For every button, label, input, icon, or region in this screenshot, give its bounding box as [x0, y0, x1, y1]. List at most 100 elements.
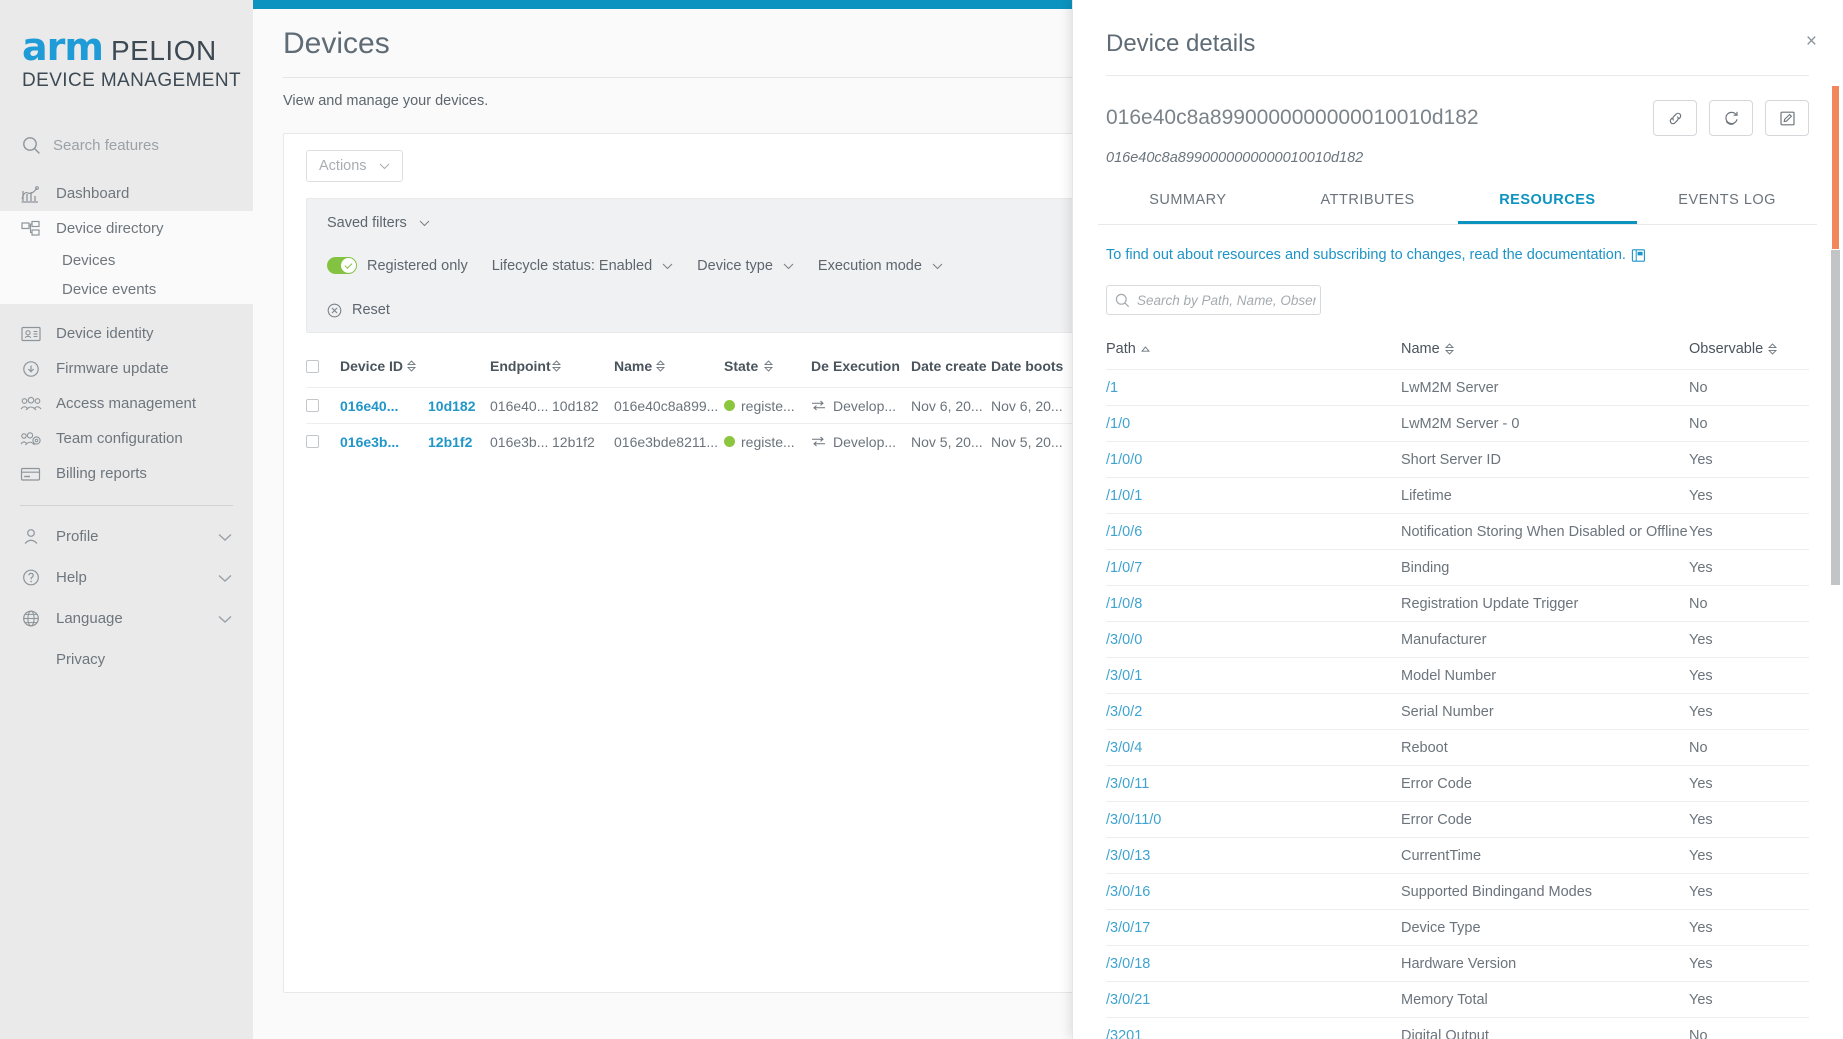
resource-path-link[interactable]: /1/0 [1106, 416, 1401, 432]
search-icon [22, 136, 41, 155]
resource-row[interactable]: /3201 Digital Output No [1106, 1017, 1809, 1039]
sidebar-item-device-identity[interactable]: Device identity [0, 316, 253, 351]
reset-filters-button[interactable]: Reset [327, 302, 390, 318]
column-header-state[interactable]: State [724, 358, 811, 374]
tab-resources[interactable]: RESOURCES [1457, 192, 1638, 224]
drawer-scrollbar-thumb-orange[interactable] [1832, 86, 1839, 249]
resource-path-link[interactable]: /3/0/21 [1106, 992, 1401, 1008]
column-label: State [724, 358, 759, 374]
column-header-name[interactable]: Name [614, 358, 724, 374]
resource-path-link[interactable]: /1/0/1 [1106, 488, 1401, 504]
sidebar-item-help[interactable]: Help [0, 557, 253, 598]
execution-mode-dropdown[interactable]: Execution mode [818, 258, 943, 274]
resource-path-link[interactable]: /3/0/17 [1106, 920, 1401, 936]
column-header-endpoint-sort[interactable] [552, 360, 614, 372]
column-header-de[interactable]: De [811, 358, 833, 374]
resource-row[interactable]: /3/0/0 Manufacturer Yes [1106, 621, 1809, 657]
column-header-execution-mode[interactable]: Execution [833, 358, 911, 374]
resource-path-link[interactable]: /3/0/4 [1106, 740, 1401, 756]
resource-name: Short Server ID [1401, 451, 1501, 468]
resource-path-link[interactable]: /3/0/0 [1106, 632, 1401, 648]
resources-documentation-link[interactable]: To find out about resources and subscrib… [1072, 247, 1843, 263]
resources-search-input[interactable] [1137, 292, 1316, 308]
saved-filters-dropdown[interactable]: Saved filters [327, 215, 430, 231]
resource-row[interactable]: /3/0/11/0 Error Code Yes [1106, 801, 1809, 837]
resource-row[interactable]: /3/0/17 Device Type Yes [1106, 909, 1809, 945]
sort-icon [1444, 343, 1454, 355]
registered-only-toggle[interactable] [327, 257, 357, 274]
refresh-device-button[interactable] [1709, 100, 1753, 136]
cell-device-id-prefix[interactable]: 016e40... [340, 398, 428, 414]
resource-row[interactable]: /1 LwM2M Server No [1106, 369, 1809, 405]
resource-path-link[interactable]: /3/0/16 [1106, 884, 1401, 900]
sidebar-item-device-events[interactable]: Device events [0, 275, 253, 304]
cell-device-id-suffix[interactable]: 12b1f2 [428, 434, 490, 450]
drawer-scrollbar-track-gray[interactable] [1831, 250, 1840, 585]
resource-path-link[interactable]: /3201 [1106, 1028, 1401, 1039]
resource-row[interactable]: /1/0/1 Lifetime Yes [1106, 477, 1809, 513]
resource-row[interactable]: /3/0/1 Model Number Yes [1106, 657, 1809, 693]
resource-path-link[interactable]: /1/0/7 [1106, 560, 1401, 576]
sidebar-item-firmware-update[interactable]: Firmware update [0, 351, 253, 386]
sidebar-item-device-directory[interactable]: Device directory [0, 211, 253, 246]
resource-row[interactable]: /3/0/13 CurrentTime Yes [1106, 837, 1809, 873]
sidebar-item-access-management[interactable]: Access management [0, 386, 253, 421]
sort-icon [764, 360, 774, 372]
edit-device-button[interactable] [1765, 100, 1809, 136]
cell-device-id-suffix[interactable]: 10d182 [428, 398, 490, 414]
resource-row[interactable]: /1/0/8 Registration Update Trigger No [1106, 585, 1809, 621]
resource-path-link[interactable]: /1 [1106, 380, 1401, 396]
resource-row[interactable]: /1/0 LwM2M Server - 0 No [1106, 405, 1809, 441]
sidebar-item-devices[interactable]: Devices [0, 246, 253, 275]
column-header-endpoint-name[interactable]: Endpoint name [490, 358, 552, 374]
copy-link-button[interactable] [1653, 100, 1697, 136]
select-all-checkbox[interactable] [306, 359, 319, 373]
execution-mode-label: Execution mode [817, 257, 922, 274]
resource-path-link[interactable]: /1/0/0 [1106, 452, 1401, 468]
column-header-path[interactable]: Path [1106, 341, 1401, 357]
resource-row[interactable]: /3/0/2 Serial Number Yes [1106, 693, 1809, 729]
sidebar-item-language[interactable]: Language [0, 598, 253, 639]
tab-events-log[interactable]: EVENTS LOG [1637, 192, 1817, 224]
sidebar-item-dashboard[interactable]: Dashboard [0, 176, 253, 211]
tab-summary[interactable]: SUMMARY [1098, 192, 1278, 224]
resource-row[interactable]: /1/0/0 Short Server ID Yes [1106, 441, 1809, 477]
cell-device-id-prefix[interactable]: 016e3b... [340, 434, 428, 450]
sidebar-item-team-configuration[interactable]: Team configuration [0, 421, 253, 456]
sidebar-search[interactable] [0, 122, 253, 168]
resource-path-link[interactable]: /3/0/18 [1106, 956, 1401, 972]
resource-path-link[interactable]: /3/0/13 [1106, 848, 1401, 864]
resource-row[interactable]: /3/0/4 Reboot No [1106, 729, 1809, 765]
resource-row[interactable]: /3/0/18 Hardware Version Yes [1106, 945, 1809, 981]
resource-row[interactable]: /3/0/16 Supported Bindingand Modes Yes [1106, 873, 1809, 909]
resource-path-link[interactable]: /3/0/11 [1106, 776, 1401, 792]
resource-row[interactable]: /1/0/6 Notification Storing When Disabled… [1106, 513, 1809, 549]
resource-path-link[interactable]: /3/0/2 [1106, 704, 1401, 720]
resource-row[interactable]: /3/0/21 Memory Total Yes [1106, 981, 1809, 1017]
sidebar-item-profile[interactable]: Profile [0, 516, 253, 557]
column-header-device-id[interactable]: Device ID [340, 358, 428, 374]
row-checkbox[interactable] [306, 435, 319, 448]
resource-row[interactable]: /3/0/11 Error Code Yes [1106, 765, 1809, 801]
resource-path-link[interactable]: /1/0/8 [1106, 596, 1401, 612]
sort-icon [656, 360, 666, 372]
column-header-date-created[interactable]: Date create [911, 358, 991, 374]
resource-row[interactable]: /1/0/7 Binding Yes [1106, 549, 1809, 585]
device-type-dropdown[interactable]: Device type [697, 258, 794, 274]
sidebar-item-privacy[interactable]: Privacy [0, 639, 253, 680]
resource-observable: Yes [1689, 847, 1713, 864]
row-checkbox[interactable] [306, 399, 319, 412]
resources-search[interactable] [1106, 285, 1321, 315]
column-header-date-bootstrapped[interactable]: Date boots [991, 358, 1071, 374]
actions-dropdown[interactable]: Actions [306, 150, 403, 182]
resource-path-link[interactable]: /1/0/6 [1106, 524, 1401, 540]
sidebar-item-billing-reports[interactable]: Billing reports [0, 456, 253, 491]
column-header-observable[interactable]: Observable [1689, 341, 1809, 357]
resource-path-link[interactable]: /3/0/11/0 [1106, 812, 1401, 828]
resource-path-link[interactable]: /3/0/1 [1106, 668, 1401, 684]
lifecycle-status-dropdown[interactable]: Lifecycle status: Enabled [492, 258, 673, 274]
close-icon[interactable]: × [1806, 32, 1817, 51]
column-header-name[interactable]: Name [1401, 341, 1689, 357]
search-input[interactable] [53, 136, 223, 154]
tab-attributes[interactable]: ATTRIBUTES [1278, 192, 1458, 224]
